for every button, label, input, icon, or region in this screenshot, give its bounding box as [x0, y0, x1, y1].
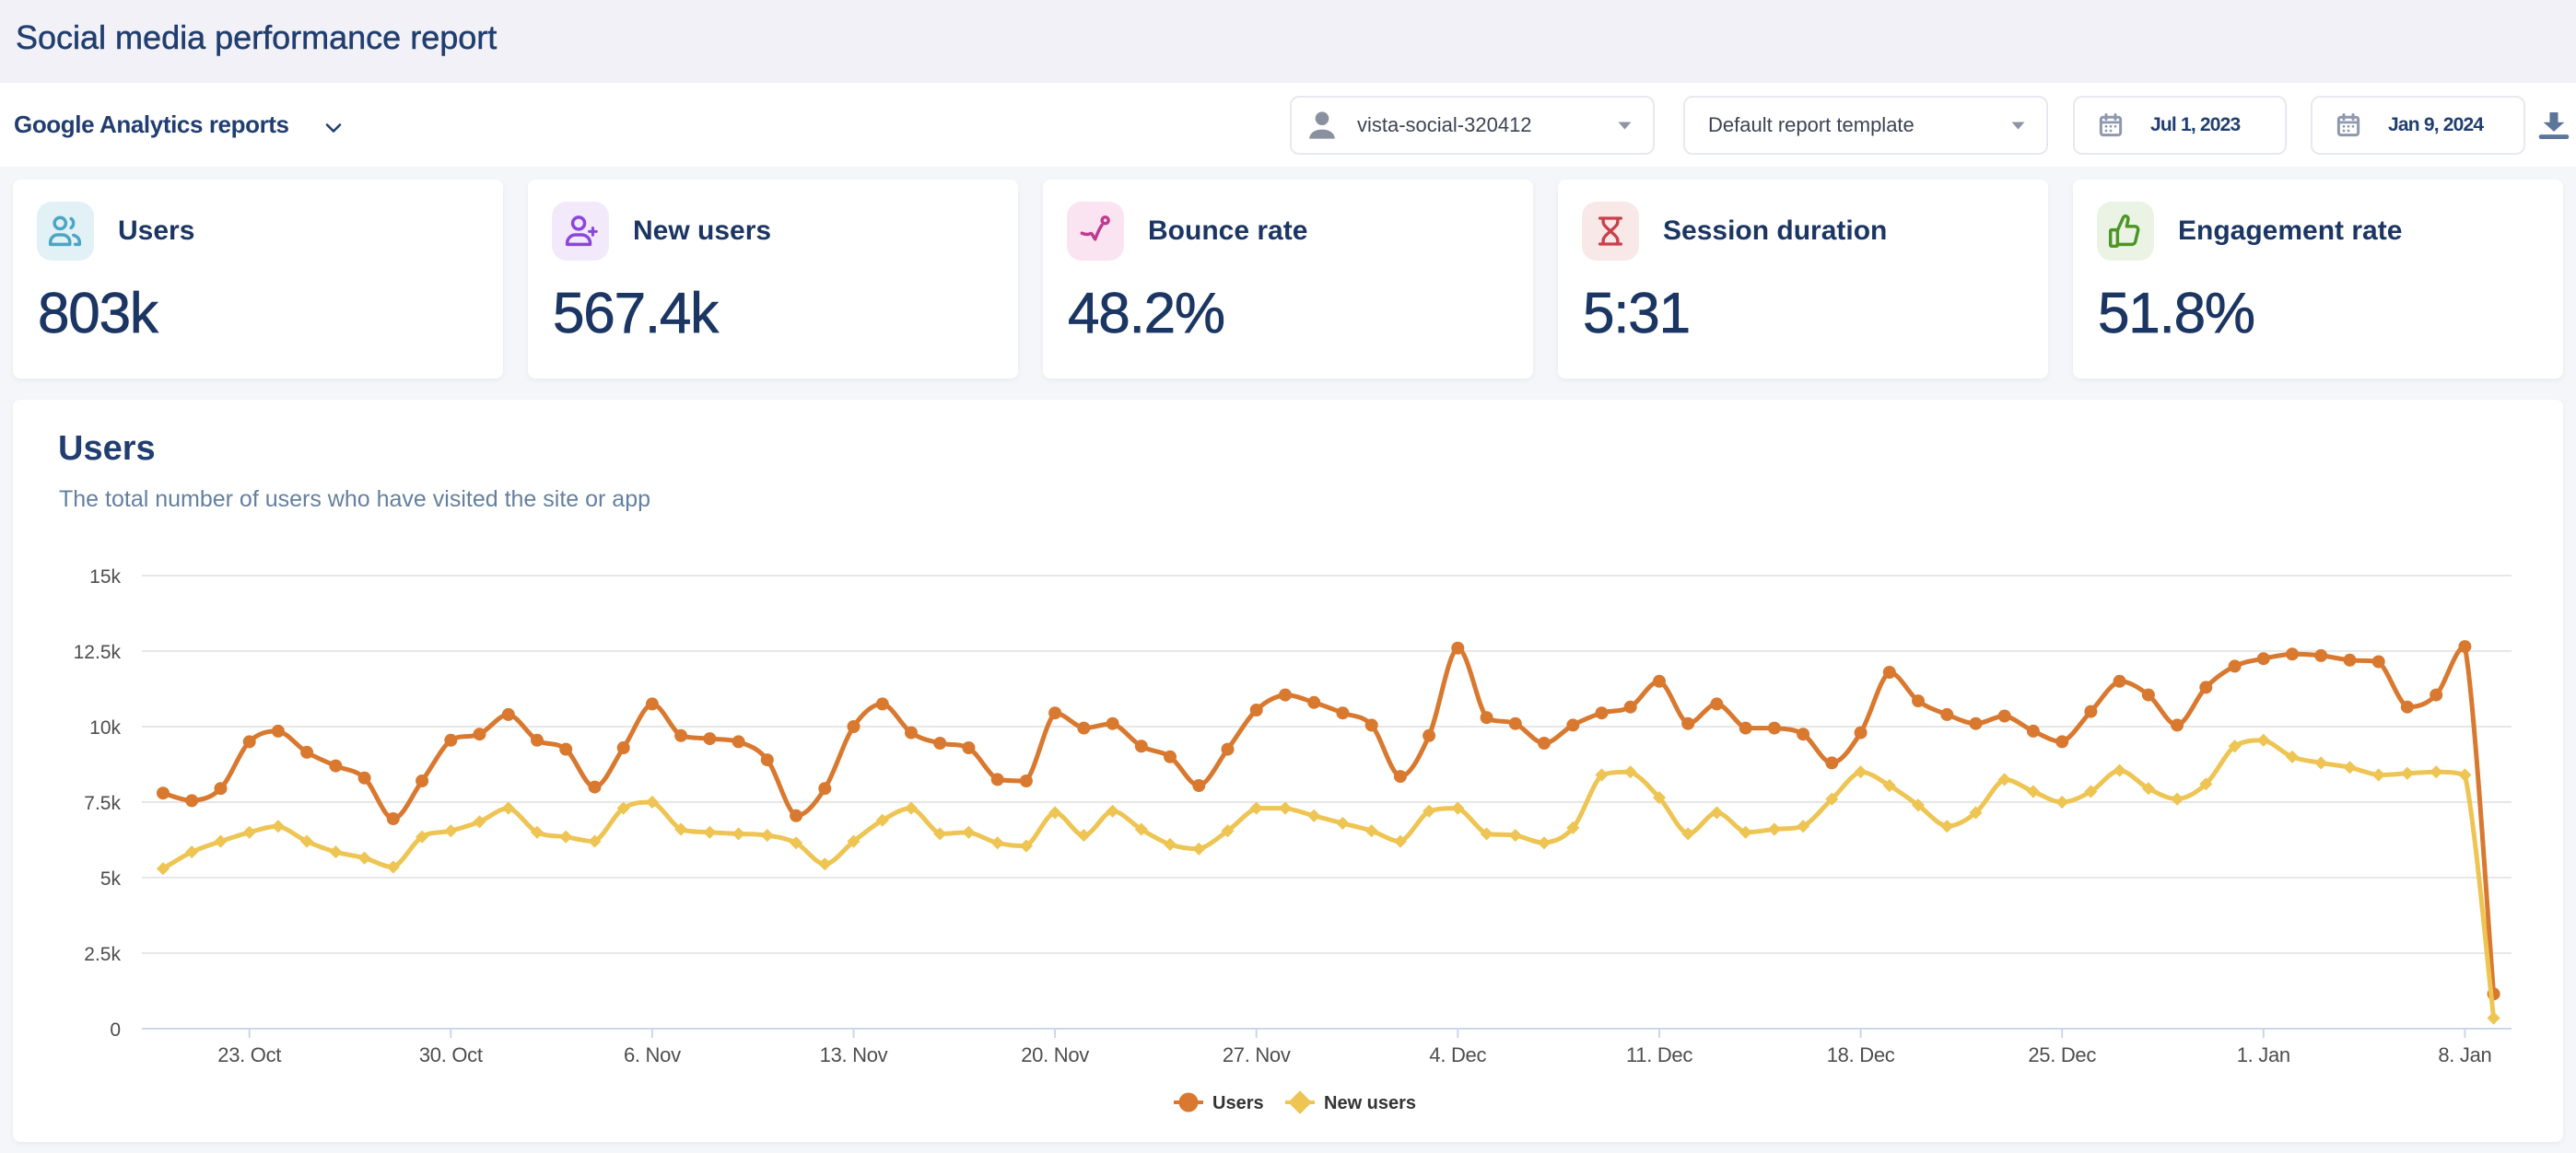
- svg-text:15k: 15k: [89, 566, 121, 588]
- svg-text:New users: New users: [1324, 1093, 1416, 1113]
- svg-text:23. Oct: 23. Oct: [217, 1043, 281, 1066]
- svg-text:5k: 5k: [100, 868, 122, 890]
- svg-text:2.5k: 2.5k: [84, 944, 121, 965]
- svg-text:7.5k: 7.5k: [84, 793, 121, 814]
- svg-text:13. Nov: 13. Nov: [820, 1043, 888, 1066]
- svg-text:8. Jan: 8. Jan: [2438, 1043, 2491, 1066]
- svg-text:12.5k: 12.5k: [74, 642, 122, 663]
- svg-text:0: 0: [110, 1019, 121, 1041]
- svg-text:18. Dec: 18. Dec: [1827, 1043, 1895, 1066]
- svg-text:20. Nov: 20. Nov: [1021, 1043, 1089, 1066]
- svg-text:1. Jan: 1. Jan: [2237, 1043, 2290, 1066]
- svg-text:6. Nov: 6. Nov: [624, 1043, 681, 1066]
- svg-text:25. Dec: 25. Dec: [2028, 1043, 2096, 1066]
- svg-text:27. Nov: 27. Nov: [1223, 1043, 1291, 1066]
- svg-text:4. Dec: 4. Dec: [1429, 1043, 1486, 1066]
- svg-text:11. Dec: 11. Dec: [1626, 1043, 1692, 1066]
- svg-text:Users: Users: [1212, 1093, 1264, 1113]
- svg-text:30. Oct: 30. Oct: [419, 1043, 483, 1066]
- svg-text:10k: 10k: [89, 717, 121, 739]
